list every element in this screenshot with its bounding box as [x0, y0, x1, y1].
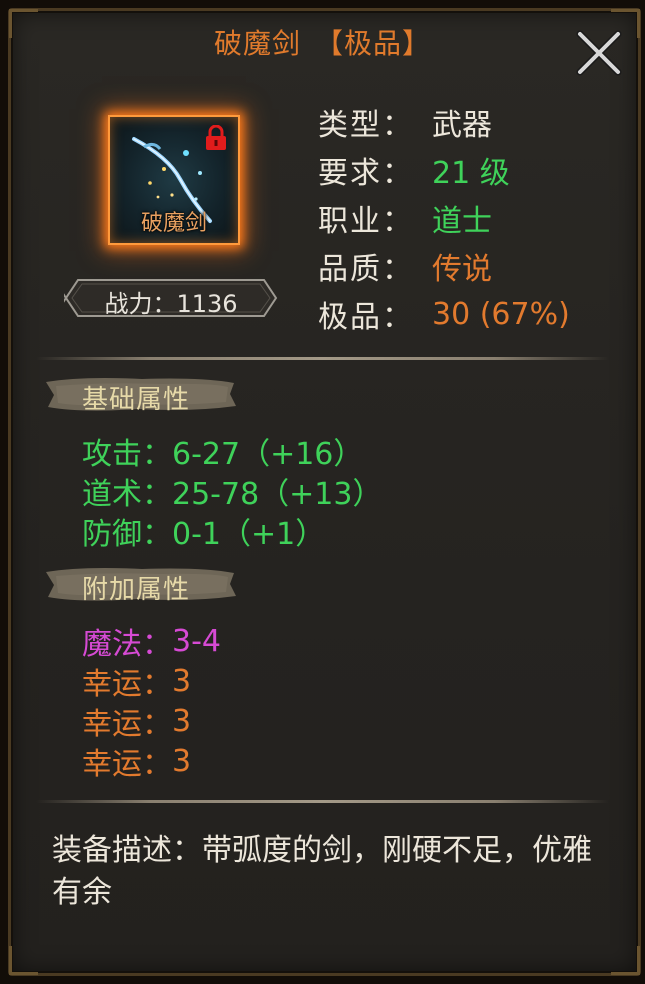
attr-label: 防御：	[82, 517, 172, 552]
close-icon	[576, 30, 622, 76]
extra-attributes-header: 附加属性	[42, 564, 238, 605]
attr-value: 3-4	[172, 623, 221, 659]
attr-label: 攻击：	[82, 437, 172, 472]
info-label: 职业：	[318, 204, 414, 239]
info-row-type: 类型： 武器	[318, 98, 570, 146]
attr-label: 道术：	[82, 477, 172, 512]
description-label: 装备描述：	[52, 833, 202, 868]
panel-corner-ornament	[9, 946, 38, 975]
attr-label: 幸运：	[82, 707, 172, 742]
close-button[interactable]	[576, 30, 622, 76]
lock-icon	[206, 125, 226, 150]
info-row-requirement: 要求： 21 级	[318, 146, 570, 194]
section-title: 附加属性	[82, 575, 191, 605]
attr-row: 幸运： 3	[82, 741, 221, 783]
item-description: 装备描述：带弧度的剑，刚硬不足，优雅有余	[52, 830, 612, 914]
info-value: 传说	[432, 252, 492, 287]
attr-row: 道术： 25-78（+13）	[82, 471, 383, 512]
attr-row: 幸运： 3	[82, 701, 221, 743]
info-label: 类型：	[318, 108, 414, 143]
info-value: 21 级	[432, 156, 510, 191]
combat-power-text: 战力：1136	[64, 284, 278, 319]
info-value: 道士	[432, 204, 492, 239]
attr-row: 防御： 0-1（+1）	[82, 511, 382, 552]
attr-row: 魔法： 3-4	[82, 621, 221, 663]
item-grade: 【极品】	[315, 27, 432, 60]
power-label: 战力：	[104, 290, 177, 318]
section-title: 基础属性	[82, 385, 191, 415]
attr-value: 3	[172, 663, 192, 699]
attr-row: 攻击： 6-27（+16）	[82, 431, 382, 472]
attr-value: 3	[172, 703, 192, 739]
base-attributes-list: 攻击： 6-27（+16） 道术： 25-78（+13） 防御： 0-1（+1）	[82, 431, 383, 552]
section-divider	[36, 357, 609, 360]
info-label: 品质：	[318, 252, 414, 287]
icon-item-label: 破魔剑	[140, 211, 207, 236]
info-label: 要求：	[318, 156, 414, 191]
section-divider	[36, 800, 609, 803]
info-row-excellence: 极品： 30 (67%)	[318, 290, 570, 338]
item-info-list: 类型： 武器 要求： 21 级 职业： 道士 品质： 传说 极品： 30 (67…	[318, 98, 570, 338]
info-row-class: 职业： 道士	[318, 194, 570, 242]
attr-value: 25-78（+13）	[172, 477, 383, 512]
base-attributes-header: 基础属性	[42, 374, 238, 415]
attr-value: 3	[172, 743, 192, 779]
attr-label: 幸运：	[82, 747, 172, 782]
info-value: 武器	[432, 108, 492, 143]
info-label: 极品：	[318, 300, 414, 335]
item-name: 破魔剑	[213, 27, 301, 60]
attr-row: 幸运： 3	[82, 661, 221, 703]
extra-attributes-list: 魔法： 3-4 幸运： 3 幸运： 3 幸运： 3	[82, 621, 221, 783]
attr-value: 0-1（+1）	[172, 517, 326, 552]
attr-value: 6-27（+16）	[172, 437, 364, 472]
item-icon-slot[interactable]: 破魔剑	[108, 115, 240, 245]
panel-corner-ornament	[611, 946, 640, 975]
info-value: 30 (67%)	[432, 296, 570, 332]
power-value: 1136	[176, 290, 238, 318]
attr-label: 魔法：	[82, 627, 172, 662]
combat-power-badge: 战力：1136	[64, 276, 278, 320]
info-row-quality: 品质： 传说	[318, 242, 570, 290]
attr-label: 幸运：	[82, 667, 172, 702]
item-title: 破魔剑 【极品】	[0, 22, 645, 62]
